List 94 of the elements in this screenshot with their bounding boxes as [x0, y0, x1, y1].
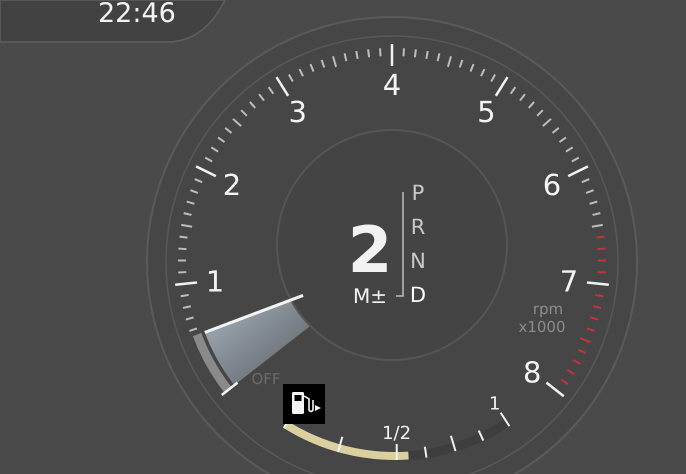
minor-tick	[258, 94, 265, 102]
minor-tick	[558, 136, 567, 143]
minor-tick	[458, 60, 464, 68]
minor-tick	[595, 294, 604, 298]
major-tick	[390, 44, 394, 66]
minor-tick	[189, 327, 198, 332]
minor-tick	[355, 50, 359, 60]
major-tick	[568, 165, 588, 178]
idle-band	[192, 332, 232, 393]
minor-tick	[566, 369, 575, 375]
minor-tick	[179, 236, 188, 239]
minor-tick	[181, 224, 192, 228]
rpm-scale-label: 8	[523, 356, 542, 390]
minor-tick	[232, 118, 242, 127]
minor-tick	[572, 359, 581, 365]
rpm-multiplier: x1000	[518, 318, 566, 336]
fuel-tick	[500, 412, 510, 427]
gear-position: N	[410, 249, 426, 273]
minor-tick	[598, 260, 606, 262]
minor-tick	[186, 316, 194, 321]
minor-tick	[367, 49, 370, 58]
gear-position: P	[412, 181, 424, 205]
minor-tick	[490, 74, 496, 82]
minor-tick	[578, 348, 586, 354]
clock-time: 22:46	[98, 0, 176, 29]
fuel-tick	[478, 430, 484, 441]
minor-tick	[542, 118, 552, 127]
minor-tick	[447, 56, 452, 68]
minor-tick	[288, 74, 294, 82]
minor-tick	[310, 64, 314, 72]
minor-tick	[194, 178, 202, 184]
rpm-scale-label: 7	[560, 264, 578, 299]
minor-tick	[580, 337, 591, 344]
minor-tick	[586, 327, 595, 332]
minor-tick	[590, 316, 598, 321]
fuel-scale-label: 1/2	[382, 423, 412, 444]
minor-tick	[560, 378, 568, 385]
minor-tick	[596, 236, 605, 239]
minor-tick	[379, 48, 382, 56]
minor-tick	[180, 294, 189, 298]
minor-tick	[586, 189, 594, 194]
major-tick	[275, 76, 290, 96]
minor-tick	[186, 200, 195, 205]
minor-tick	[210, 146, 219, 152]
major-tick	[546, 382, 565, 398]
minor-tick	[598, 271, 606, 274]
gear-position: D	[410, 283, 426, 307]
minor-tick	[598, 248, 606, 250]
minor-tick	[268, 86, 274, 94]
minor-tick	[332, 56, 337, 68]
minor-tick	[480, 68, 486, 77]
fuel-scale-label: 1	[488, 393, 500, 414]
minor-tick	[204, 156, 213, 162]
minor-tick	[217, 136, 226, 143]
minor-tick	[510, 86, 516, 94]
minor-tick	[589, 200, 598, 205]
gear-position: R	[410, 215, 426, 239]
minor-tick	[565, 146, 574, 152]
minor-tick	[190, 189, 198, 194]
minor-tick	[402, 48, 405, 56]
minor-tick	[582, 178, 590, 184]
major-tick	[196, 165, 216, 178]
fuel-tick	[396, 444, 398, 460]
minor-tick	[592, 212, 601, 216]
zero-tick	[221, 382, 238, 396]
minor-tick	[182, 305, 192, 309]
minor-tick	[178, 248, 186, 250]
rpm-scale-label: 5	[477, 95, 496, 130]
rpm-scale-label: 2	[222, 168, 242, 202]
minor-tick	[571, 156, 580, 162]
fuel-tick	[450, 435, 456, 452]
minor-tick	[425, 50, 429, 60]
fuel-tick	[424, 446, 428, 458]
minor-tick	[436, 53, 440, 62]
minor-tick	[320, 60, 326, 68]
minor-tick	[178, 271, 186, 274]
rpm-scale-label: 4	[382, 68, 402, 102]
major-tick	[175, 281, 198, 286]
minor-tick	[414, 49, 417, 58]
major-tick	[494, 76, 509, 96]
rpm-scale-label: 1	[206, 264, 224, 299]
minor-tick	[344, 53, 348, 62]
minor-tick	[519, 94, 526, 102]
minor-tick	[183, 212, 192, 216]
minor-tick	[592, 224, 603, 228]
fuel-tick	[337, 436, 344, 452]
major-tick	[586, 281, 609, 286]
minor-tick	[470, 64, 474, 72]
rpm-scale-label: 3	[288, 95, 307, 130]
minor-tick	[592, 305, 602, 309]
rpm-scale-label: 6	[542, 168, 562, 202]
rpm-unit: rpm	[532, 300, 564, 318]
minor-tick	[178, 260, 186, 262]
minor-tick	[298, 68, 304, 77]
